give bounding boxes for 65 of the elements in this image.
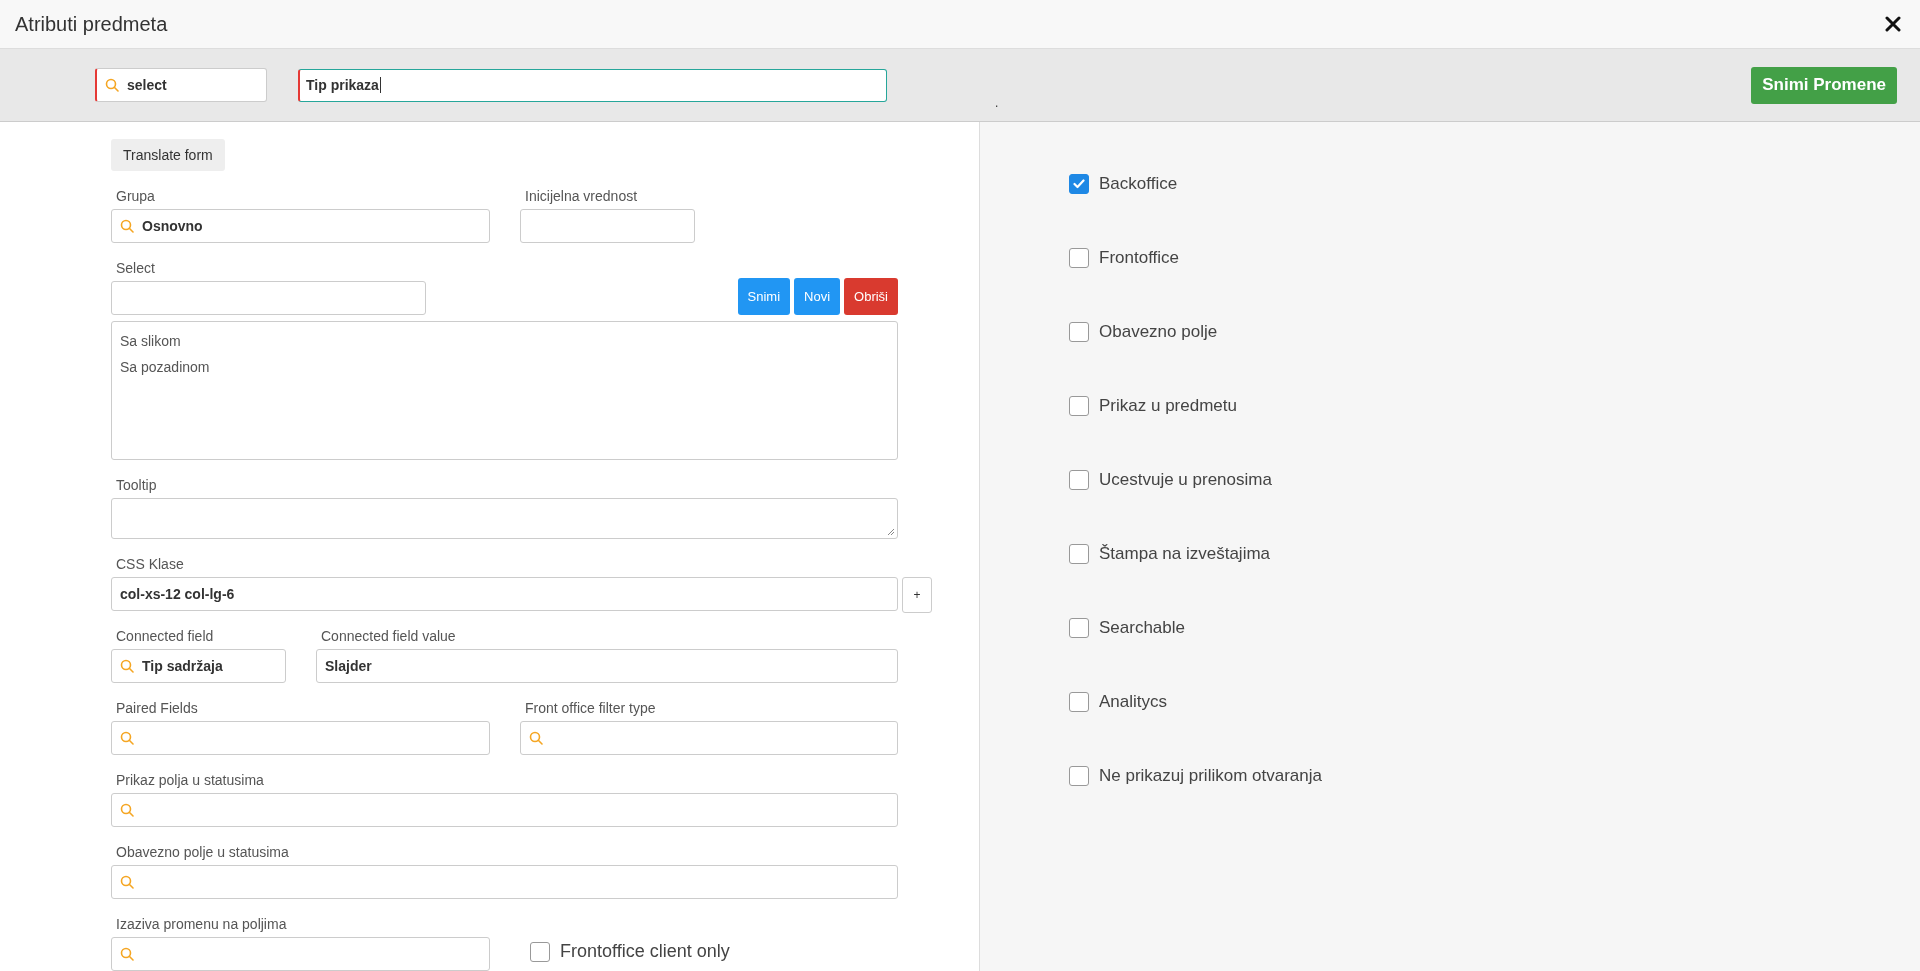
search-icon [120, 659, 134, 673]
checkmark-icon [1073, 179, 1085, 189]
resize-handle-icon[interactable] [887, 528, 895, 536]
name-field[interactable]: Tip prikaza [298, 68, 887, 102]
search-icon [120, 219, 134, 233]
field-label: Obavezno polje u statusima [115, 843, 290, 861]
field-label: Connected field value [320, 627, 457, 645]
close-icon[interactable] [1885, 16, 1901, 32]
checkbox[interactable] [1069, 174, 1089, 194]
paired-fields-field[interactable] [111, 721, 490, 755]
search-icon [120, 875, 134, 889]
add-button[interactable]: + [902, 577, 932, 613]
dialog-title: Atributi predmeta [15, 12, 168, 37]
connected-value-field[interactable]: Slajder [316, 649, 898, 683]
checkbox[interactable] [1069, 396, 1089, 416]
css-classes-field[interactable]: col-xs-12 col-lg-6 [111, 577, 898, 611]
search-icon [120, 803, 134, 817]
checkbox[interactable] [1069, 544, 1089, 564]
options-list[interactable]: Sa slikom Sa pozadinom [111, 321, 898, 460]
tooltip-textarea[interactable] [111, 498, 898, 539]
connected-field[interactable]: Tip sadržaja [111, 649, 286, 683]
checkbox[interactable] [1069, 248, 1089, 268]
field-label: Paired Fields [115, 699, 199, 717]
field-label: Select [115, 259, 156, 277]
checkbox-label: Backoffice [1099, 173, 1178, 196]
checkbox-label: Frontoffice client only [560, 940, 730, 963]
group-field[interactable]: Osnovno [111, 209, 490, 243]
search-icon [105, 78, 119, 92]
field-label: Connected field [115, 627, 215, 645]
checkbox-label: Analitycs [1099, 691, 1168, 714]
checkbox-label: Štampa na izveštajima [1099, 543, 1271, 566]
checkbox-label: Obavezno polje [1099, 321, 1218, 344]
checkbox[interactable] [530, 941, 550, 962]
field-label: Inicijelna vrednost [524, 187, 639, 205]
initial-value-field[interactable] [520, 209, 695, 243]
checkbox[interactable] [1069, 470, 1089, 490]
status-display-field[interactable] [111, 793, 898, 827]
checkbox-label: Searchable [1099, 617, 1185, 640]
search-icon [529, 731, 543, 745]
checkbox-label: Ucestvuje u prenosima [1099, 469, 1272, 492]
dot-text: . [995, 97, 999, 109]
field-label: Prikaz polja u statusima [115, 771, 265, 789]
status-required-field[interactable] [111, 865, 898, 899]
field-label: Izaziva promenu na poljima [115, 915, 288, 933]
field-label: CSS Klase [115, 555, 185, 573]
translate-form-button[interactable]: Translate form [111, 139, 225, 171]
triggers-field[interactable] [111, 937, 490, 971]
checkbox[interactable] [1069, 766, 1089, 786]
list-item[interactable]: Sa pozadinom [112, 354, 218, 380]
search-icon [120, 947, 134, 961]
filter-type-field[interactable] [520, 721, 898, 755]
checkbox[interactable] [1069, 692, 1089, 712]
checkbox-label: Ne prikazuj prilikom otvaranja [1099, 765, 1322, 788]
search-icon [120, 731, 134, 745]
checkbox-label: Frontoffice [1099, 247, 1179, 270]
checkbox[interactable] [1069, 618, 1089, 638]
action-button[interactable]: Obriši [844, 278, 898, 315]
list-item[interactable]: Sa slikom [112, 328, 189, 354]
field-label: Grupa [115, 187, 156, 205]
select-field[interactable] [111, 281, 426, 315]
checkbox[interactable] [1069, 322, 1089, 342]
search-field[interactable]: select [95, 68, 267, 102]
field-label: Tooltip [115, 476, 158, 494]
checkbox-label: Prikaz u predmetu [1099, 395, 1237, 418]
field-label: Front office filter type [524, 699, 657, 717]
